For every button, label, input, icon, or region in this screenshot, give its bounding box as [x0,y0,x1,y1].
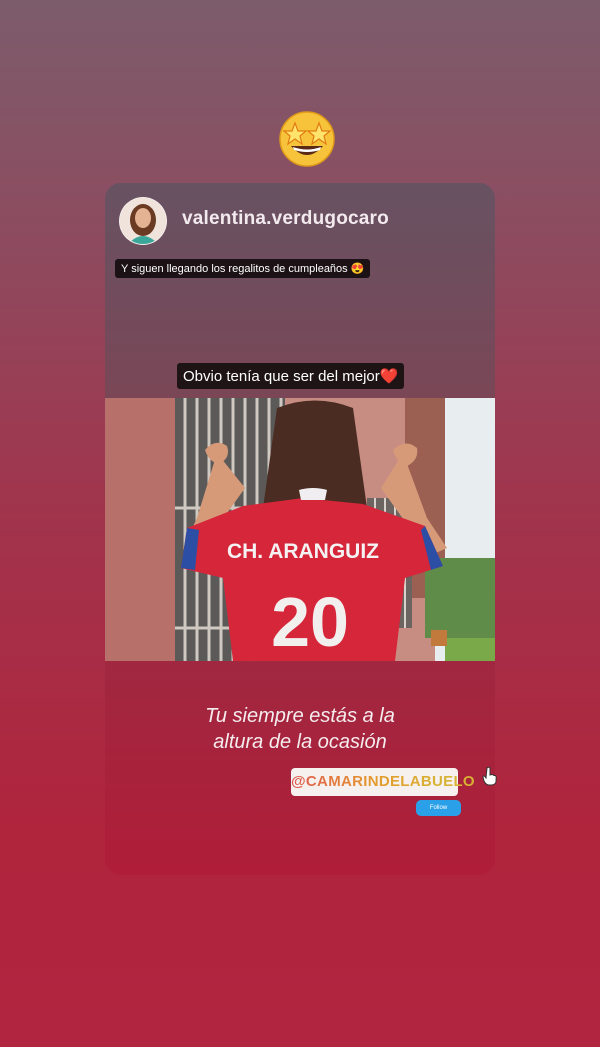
post-caption-main: Obvio tenía que ser del mejor❤️ [177,363,405,389]
hand-pointer-icon [482,766,498,786]
jersey-number: 20 [271,583,349,661]
follow-button[interactable]: Follow [416,800,461,816]
mention-text: @CAMARINDELABUELO [291,773,475,790]
mention-sticker[interactable]: @CAMARINDELABUELO [291,768,475,796]
star-struck-emoji-icon [276,106,338,168]
username[interactable]: valentina.verdugocaro [182,208,389,230]
jersey-name: CH. ARANGUIZ [227,540,379,563]
story-quote-line-1: Tu siempre estás a la [205,705,395,727]
shared-post-card[interactable]: valentina.verdugocaro Y siguen llegando … [105,183,495,875]
post-photo: CH. ARANGUIZ 20 [105,398,495,661]
story-quote-line-2: altura de la ocasión [213,731,387,753]
story-quote: Tu siempre estás a la altura de la ocasi… [105,703,495,755]
avatar[interactable] [119,197,167,245]
post-caption-small: Y siguen llegando los regalitos de cumpl… [115,259,371,278]
